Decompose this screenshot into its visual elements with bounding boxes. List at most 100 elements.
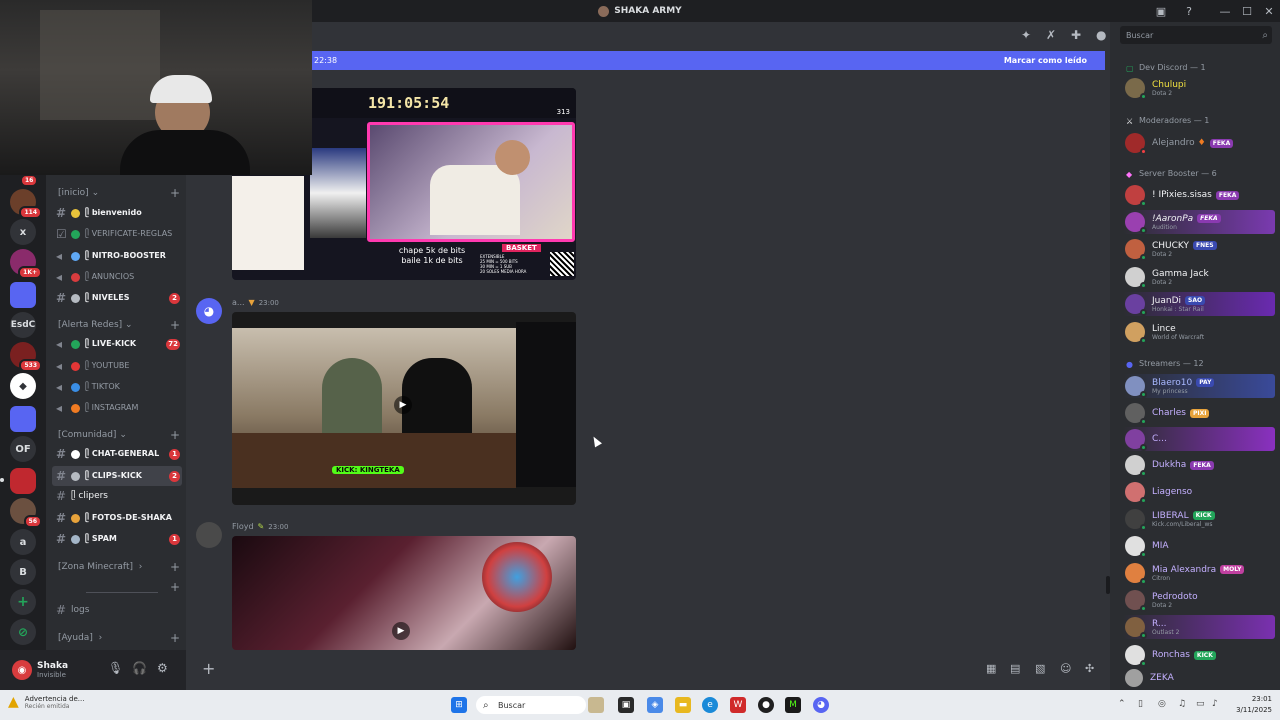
avatar[interactable] bbox=[196, 522, 222, 548]
member-blaero10[interactable]: Blaero10 PAY My princess bbox=[1123, 374, 1275, 398]
channel-tiktok[interactable]: ◂ ᥫ TIKTOK bbox=[52, 377, 182, 397]
channel-youtube[interactable]: ◂ ᥫ YOUTUBE bbox=[52, 356, 182, 376]
channel-spam[interactable]: # ᥫ SPAM 1 bbox=[52, 529, 182, 549]
kick-app-icon[interactable]: M bbox=[785, 697, 801, 713]
volume-icon[interactable]: ♪ bbox=[1212, 699, 1218, 709]
server-icon-2[interactable]: x bbox=[10, 219, 36, 245]
notification-settings-icon[interactable]: ✗ bbox=[1046, 28, 1056, 42]
member-lince[interactable]: Lince World of Warcraft bbox=[1123, 320, 1275, 344]
scrollbar[interactable] bbox=[1106, 576, 1110, 594]
video-attachment-1[interactable]: KICK: KINGTEKA ▶ bbox=[232, 312, 576, 505]
channel-fotos-de-shaka[interactable]: # ᥫ FOTOS-DE-SHAKA bbox=[52, 508, 182, 528]
system-clock[interactable]: 23:01 3/11/2025 bbox=[1236, 694, 1272, 716]
member-r[interactable]: R... Outlast 2 bbox=[1123, 615, 1275, 639]
gift-icon[interactable]: ▦ bbox=[986, 662, 996, 675]
channel-clips-kick[interactable]: # ᥫ CLIPS-KICK 2 bbox=[52, 466, 182, 486]
sticker-icon[interactable]: ▧ bbox=[1035, 662, 1045, 675]
tray-app-icon[interactable]: ▯ bbox=[1138, 699, 1143, 709]
server-icon-esdc[interactable]: EsdC bbox=[10, 312, 36, 338]
channel-logs[interactable]: # logs bbox=[52, 600, 182, 620]
member-ronchas[interactable]: Ronchas KICK bbox=[1123, 643, 1275, 667]
add-attachment-button[interactable]: + bbox=[202, 659, 215, 678]
discord-icon[interactable]: ◕ bbox=[813, 697, 829, 713]
gear-icon[interactable]: ⚙ bbox=[157, 661, 168, 675]
category-comunidad[interactable]: [Comunidad] ⌄ + bbox=[58, 428, 180, 442]
new-messages-bar[interactable]: 22:38 Marcar como leído bbox=[312, 51, 1105, 70]
play-icon[interactable]: ▶ bbox=[394, 396, 412, 414]
author-name[interactable]: Floyd bbox=[232, 522, 254, 531]
channel-niveles[interactable]: # ᥫ NIVELES 2 bbox=[52, 288, 182, 308]
server-icon-11[interactable]: 56 bbox=[10, 498, 42, 528]
pinned-messages-icon[interactable]: ✚ bbox=[1071, 28, 1081, 42]
inbox-icon[interactable]: ▣ bbox=[1150, 2, 1172, 20]
chrome-icon[interactable]: ● bbox=[758, 697, 774, 713]
add-channel-icon[interactable]: + bbox=[170, 318, 180, 332]
file-explorer-icon[interactable]: ▬ bbox=[675, 697, 691, 713]
member-liberal[interactable]: LIBERAL KICK Kick.com/Liberal_ws bbox=[1123, 507, 1275, 531]
gif-icon[interactable]: ▤ bbox=[1010, 662, 1020, 675]
maximize-button[interactable]: ☐ bbox=[1236, 2, 1258, 20]
add-server-icon[interactable]: + bbox=[10, 589, 36, 615]
member-liagenso[interactable]: Liagenso bbox=[1123, 480, 1275, 504]
play-icon[interactable]: ▶ bbox=[392, 622, 410, 640]
server-icon-a[interactable]: a bbox=[10, 529, 36, 555]
server-icon-b[interactable]: B bbox=[10, 559, 36, 585]
video-attachment-2[interactable]: ▶ bbox=[232, 536, 576, 650]
microphone-icon[interactable]: 🎙 bbox=[108, 661, 123, 675]
avatar[interactable]: ◉ bbox=[12, 660, 32, 680]
server-icon-3[interactable]: 1K+ bbox=[10, 249, 42, 279]
tray-app-icon-2[interactable]: ◎ bbox=[1158, 699, 1166, 709]
member-juandi[interactable]: JuanDi SAO Honkai : Star Rail bbox=[1123, 292, 1275, 316]
task-view-icon[interactable]: ▣ bbox=[618, 697, 634, 713]
add-channel-icon[interactable]: + bbox=[170, 560, 180, 574]
member-c[interactable]: C... bbox=[1123, 427, 1275, 451]
member-alejandro[interactable]: Alejandro ♦ FEKA bbox=[1123, 131, 1275, 155]
close-button[interactable]: ✕ bbox=[1258, 2, 1280, 20]
emoji-icon[interactable]: ☺ bbox=[1060, 662, 1071, 675]
member-chulupi[interactable]: Chulupi Dota 2 bbox=[1123, 76, 1275, 100]
category-inicio[interactable]: [inicio] ⌄ + bbox=[58, 186, 180, 200]
channel-verificate-reglas[interactable]: ☑ ᥫ VERIFICATE-REGLAS bbox=[52, 224, 182, 244]
member-mia-alexandra[interactable]: Mia Alexandra MOLY Citron bbox=[1123, 561, 1275, 585]
windows-start-icon[interactable]: ⊞ bbox=[451, 697, 467, 713]
member-zeka[interactable]: ZEKA bbox=[1123, 668, 1275, 688]
server-folder-2[interactable] bbox=[10, 406, 36, 432]
channel-live-kick[interactable]: ◂ ᥫ LIVE-KICK 72 bbox=[52, 334, 182, 354]
server-icon-6[interactable]: 533 bbox=[10, 342, 42, 372]
member-charles[interactable]: Charles PIXI bbox=[1123, 401, 1275, 425]
member-dukkha[interactable]: Dukkha FEKA bbox=[1123, 453, 1275, 477]
category-alerta-redes[interactable]: [Alerta Redes] ⌄ + bbox=[58, 318, 180, 332]
add-channel-icon[interactable]: + bbox=[170, 580, 180, 594]
minimize-button[interactable]: — bbox=[1214, 2, 1236, 20]
channel-nitro-booster[interactable]: ◂ ᥫ NITRO-BOOSTER bbox=[52, 246, 182, 266]
add-channel-icon[interactable]: + bbox=[170, 428, 180, 442]
category-zona-minecraft[interactable]: [Zona Minecraft] › + bbox=[58, 560, 180, 574]
add-channel-icon[interactable]: + bbox=[170, 186, 180, 200]
server-icon-7[interactable]: ◆ bbox=[10, 373, 36, 399]
threads-icon[interactable]: ✦ bbox=[1021, 28, 1031, 42]
server-icon-of[interactable]: OF bbox=[10, 436, 36, 462]
app-icon-red[interactable]: W bbox=[730, 697, 746, 713]
mark-as-read-button[interactable]: Marcar como leído bbox=[1004, 56, 1087, 65]
help-icon[interactable]: ? bbox=[1178, 2, 1200, 20]
channel-bienvenido[interactable]: # ᥫ bienvenido bbox=[52, 203, 182, 223]
add-channel-icon[interactable]: + bbox=[170, 631, 180, 645]
author-name[interactable]: a... bbox=[232, 298, 245, 307]
channel-anuncios[interactable]: ◂ ᥫ ANUNCIOS bbox=[52, 267, 182, 287]
member-aaronpa[interactable]: !AaronPa FEKA Audition bbox=[1123, 210, 1275, 234]
edge-icon[interactable]: e bbox=[702, 697, 718, 713]
server-folder-1[interactable] bbox=[10, 282, 36, 308]
notification-toast[interactable]: ▲ Advertencia de... Recién emitida bbox=[8, 694, 84, 710]
widgets-icon[interactable] bbox=[588, 697, 604, 713]
taskbar-search-input[interactable]: ⌕ Buscar bbox=[476, 696, 586, 714]
category-ayuda[interactable]: [Ayuda] › + bbox=[58, 631, 180, 645]
chevron-up-icon[interactable]: ⌃ bbox=[1118, 699, 1126, 709]
channel-chat-general[interactable]: # ᥫ CHAT-GENERAL 1 bbox=[52, 444, 182, 464]
server-icon-shaka-army[interactable] bbox=[10, 468, 36, 494]
search-input[interactable]: Buscar ⌕ bbox=[1120, 26, 1272, 44]
server-icon-1[interactable]: 114 bbox=[10, 189, 42, 219]
discover-icon[interactable]: ⊘ bbox=[10, 619, 36, 645]
channel-clipers[interactable]: # ᥫ clipers bbox=[52, 486, 182, 506]
network-icon[interactable]: ▭ bbox=[1196, 699, 1205, 709]
member-mia[interactable]: MIA bbox=[1123, 534, 1275, 558]
